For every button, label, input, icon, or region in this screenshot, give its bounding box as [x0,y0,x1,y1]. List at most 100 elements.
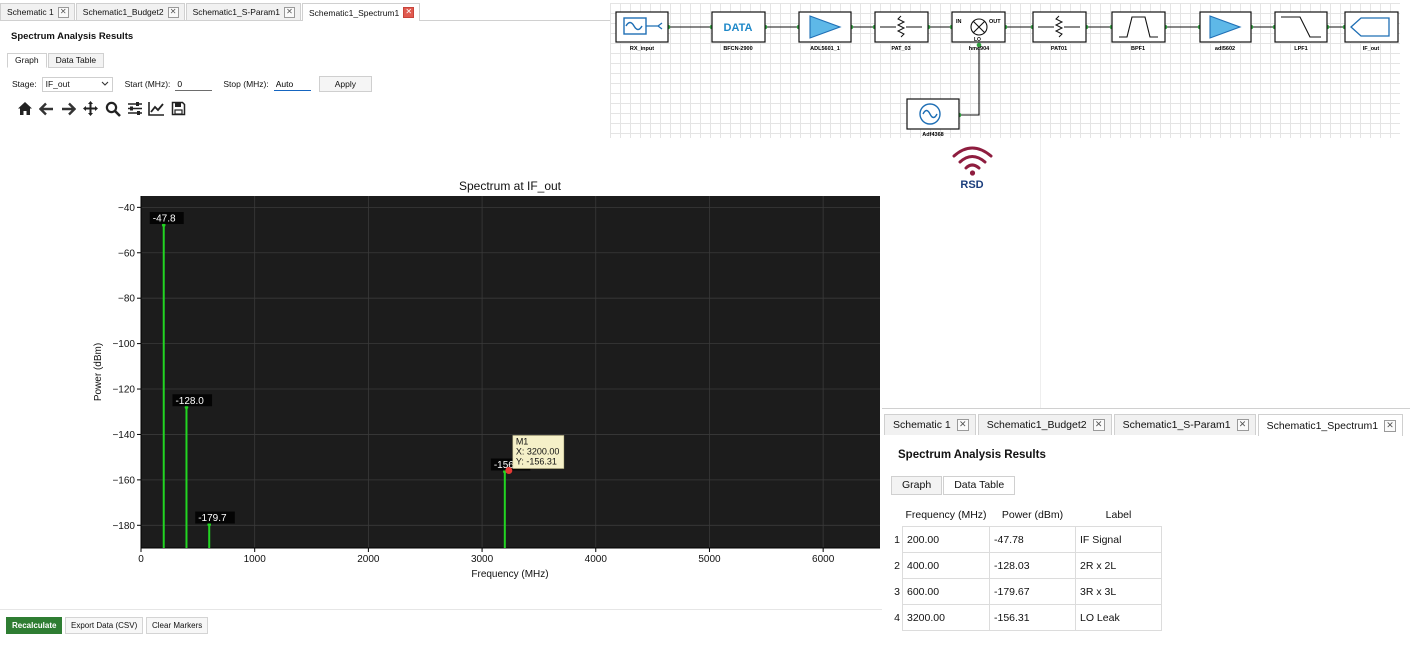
component-adl5601-1[interactable]: ADL5601_1 [798,11,852,52]
chart-title: Spectrum at IF_out [459,179,562,193]
cell-power[interactable]: -47.78 [989,526,1076,553]
component-label: BPF1 [1131,46,1145,52]
subtab-graph[interactable]: Graph [891,476,943,495]
close-icon[interactable]: ✕ [57,6,69,18]
recalculate-button[interactable]: Recalculate [6,617,63,634]
marker-name: M1 [516,436,529,446]
clear-markers-button[interactable]: Clear Markers [146,617,209,634]
x-tick-label: 1000 [244,554,267,565]
tab-schematic1-budget2[interactable]: Schematic1_Budget2 ✕ [75,3,185,20]
stage-select[interactable]: IF_out [41,76,113,92]
y-axis-label: Power (dBm) [93,343,104,401]
component-label: RX_input [630,46,654,52]
apply-button[interactable]: Apply [318,76,372,92]
y-tick-label: −60 [118,248,135,259]
cell-label[interactable]: 2R x 2L [1075,552,1162,579]
stop-label: Stop (MHz): [223,79,269,89]
component-label: IF_out [1363,46,1380,52]
cell-label[interactable]: IF Signal [1075,526,1162,553]
panel-title: Spectrum Analysis Results [898,449,1046,461]
component-pat01[interactable]: PAT01 [1032,11,1087,52]
zoom-icon[interactable] [103,99,122,118]
tab-schematic1-s-param1[interactable]: Schematic1_S-Param1 ✕ [185,3,301,20]
data-label: -47.8 [153,214,176,225]
x-axis-label: Frequency (MHz) [471,569,548,580]
tab-label: Schematic1_Spectrum1 [1266,419,1379,432]
table-row[interactable]: 1 200.00 -47.78 IF Signal [894,526,1162,553]
component-adf4368[interactable]: Adf4368 [906,98,960,138]
cell-power[interactable]: -179.67 [989,578,1076,605]
table-row[interactable]: 3 600.00 -179.67 3R x 3L [894,578,1162,605]
pan-icon[interactable] [81,99,100,118]
close-icon[interactable]: ✕ [403,7,415,18]
component-text: DATA [724,22,753,34]
component-if-out[interactable]: IF_out [1344,11,1399,52]
close-icon[interactable]: ✕ [1236,419,1249,431]
home-icon[interactable] [15,99,34,118]
back-arrow-icon[interactable] [37,99,56,118]
tab-schematic-1[interactable]: Schematic 1 ✕ [884,414,976,435]
subtab-data-table[interactable]: Data Table [943,476,1016,495]
export-csv-button[interactable]: Export Data (CSV) [65,617,144,634]
y-tick-label: −100 [112,339,135,350]
data-label: -179.7 [198,513,227,524]
column-header-frequency[interactable]: Frequency (MHz) [903,503,990,527]
cell-frequency[interactable]: 3200.00 [902,604,990,631]
close-icon[interactable]: ✕ [284,6,295,18]
close-icon[interactable]: ✕ [1384,419,1397,432]
cell-frequency[interactable]: 200.00 [902,526,990,553]
tab-schematic1-spectrum1[interactable]: Schematic1_Spectrum1 ✕ [1257,414,1404,436]
cell-power[interactable]: -128.03 [989,552,1076,579]
tab-schematic1-s-param1[interactable]: Schematic1_S-Param1 ✕ [1113,414,1256,435]
subtab-data-table[interactable]: Data Table [47,53,105,68]
spectrum-window-right: Schematic 1 ✕ Schematic1_Budget2 ✕ Schem… [882,408,1410,646]
close-icon[interactable]: ✕ [1092,419,1105,431]
start-input[interactable] [175,77,213,91]
configure-subplots-icon[interactable] [125,99,144,118]
tab-schematic1-budget2[interactable]: Schematic1_Budget2 ✕ [977,414,1112,435]
stage-label: Stage: [12,79,37,89]
document-tabbar: Schematic 1 ✕ Schematic1_Budget2 ✕ Schem… [0,3,610,21]
panel-title: Spectrum Analysis Results [11,31,134,42]
marker-m1[interactable]: M1 X: 3200.00 Y: -156.31 [505,435,565,474]
table-row[interactable]: 4 3200.00 -156.31 LO Leak [894,604,1162,631]
stop-input[interactable] [273,77,311,91]
tab-schematic-1[interactable]: Schematic 1 ✕ [0,3,75,20]
cell-frequency[interactable]: 600.00 [902,578,990,605]
component-bfcn-2900[interactable]: DATA BFCN-2900 [711,11,766,52]
column-header-power[interactable]: Power (dBm) [990,503,1076,527]
component-adl5602[interactable]: adl5602 [1199,11,1252,52]
tab-schematic1-spectrum1[interactable]: Schematic1_Spectrum1 ✕ [302,3,421,21]
component-pat-03[interactable]: PAT_03 [874,11,929,52]
close-icon[interactable]: ✕ [956,419,969,431]
cell-label[interactable]: 3R x 3L [1075,578,1162,605]
y-tick-label: −80 [118,294,135,305]
plot-area[interactable] [141,196,880,548]
cell-label[interactable]: LO Leak [1075,604,1162,631]
component-label: adl5602 [1215,46,1235,52]
x-tick-label: 0 [138,554,144,565]
x-tick-label: 6000 [812,554,835,565]
spectrum-chart[interactable]: Spectrum at IF_out 0 1000 2000 3000 4000 5000… [80,170,885,585]
save-icon[interactable] [169,99,188,118]
column-header-label[interactable]: Label [1076,503,1162,527]
cell-frequency[interactable]: 400.00 [902,552,990,579]
component-hmc904[interactable]: IN OUT LO hmc904 [951,11,1006,52]
cell-power[interactable]: -156.31 [989,604,1076,631]
subtab-graph[interactable]: Graph [7,53,47,68]
close-icon[interactable]: ✕ [167,6,179,18]
component-rx-input[interactable]: RX_input [615,11,669,52]
stage-select-value: IF_out [45,79,70,89]
chevron-down-icon [101,79,109,89]
marker-dot[interactable] [505,466,513,474]
component-label: Adf4368 [922,132,943,138]
schematic-canvas[interactable]: RX_input DATA BFCN-2900 ADL5601_1 PAT_03… [610,3,1400,138]
edit-axis-icon[interactable] [147,99,166,118]
component-label: hmc904 [969,46,990,52]
bottom-action-bar: Recalculate Export Data (CSV) Clear Mark… [0,609,882,646]
rsd-logo-text: RSD [960,179,984,191]
component-bpf1[interactable]: BPF1 [1111,11,1166,52]
component-lpf1[interactable]: LPF1 [1274,11,1328,52]
table-row[interactable]: 2 400.00 -128.03 2R x 2L [894,552,1162,579]
forward-arrow-icon[interactable] [59,99,78,118]
